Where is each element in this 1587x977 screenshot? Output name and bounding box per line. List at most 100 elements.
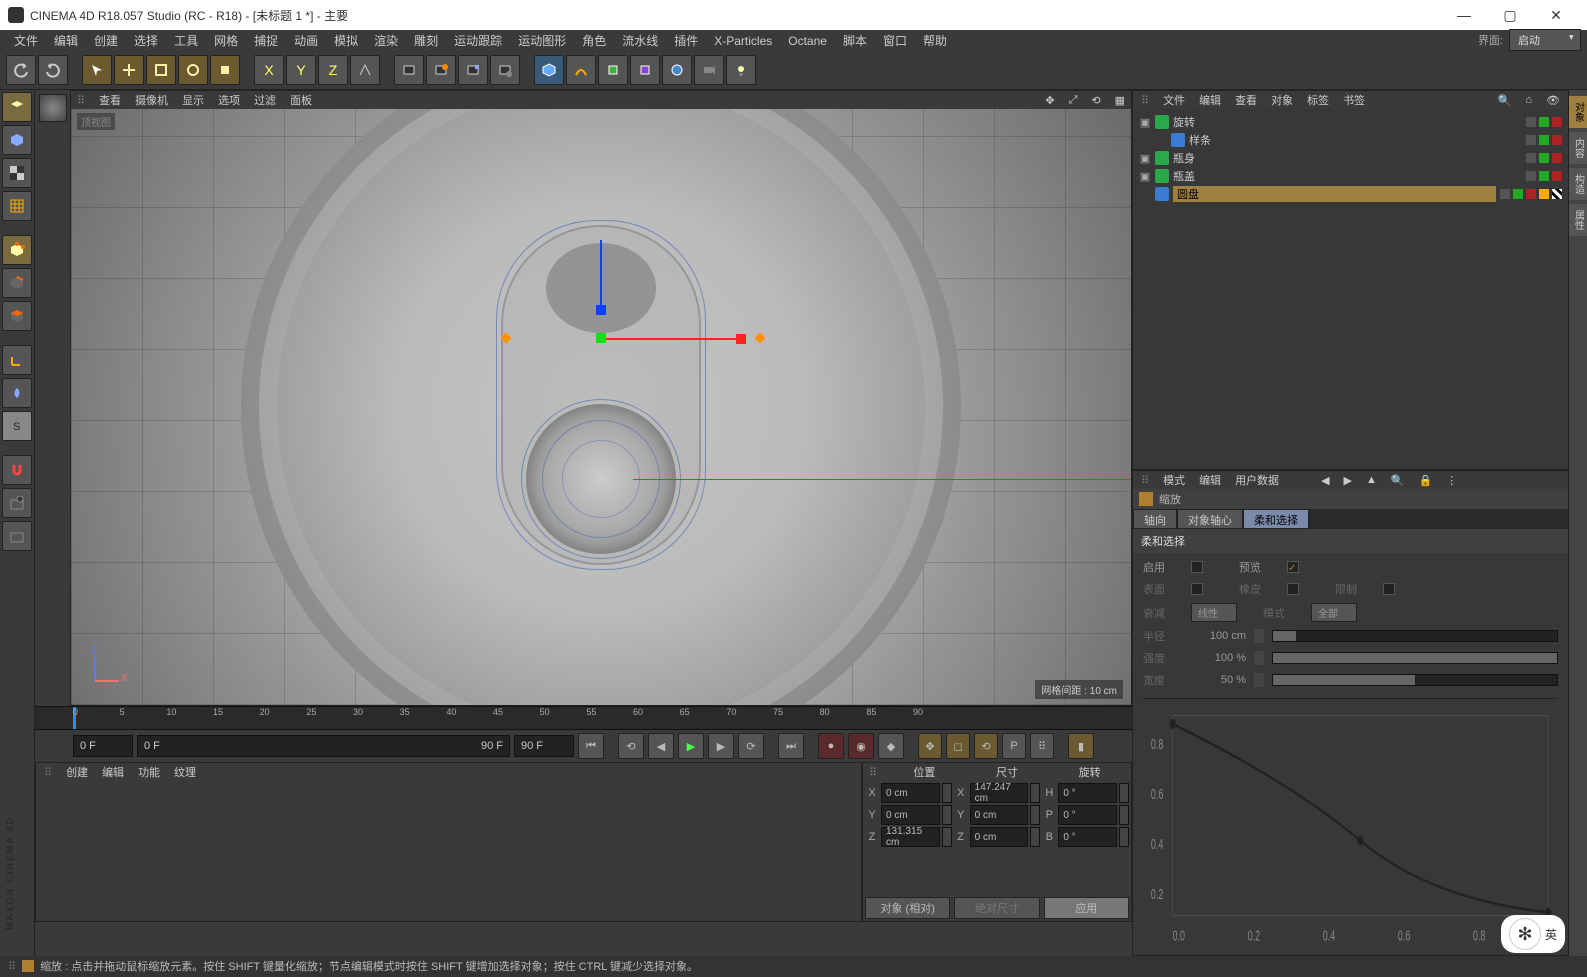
vp-menu-过滤[interactable]: 过滤 [254, 95, 276, 107]
menu-动画[interactable]: 动画 [286, 32, 326, 50]
snap-button[interactable]: S [2, 411, 32, 441]
mode-dropdown[interactable]: 全部 [1311, 603, 1357, 622]
range-start-field[interactable]: 0 F [73, 735, 133, 757]
om-menu-编辑[interactable]: 编辑 [1199, 95, 1221, 107]
planar-workplane-button[interactable] [2, 521, 32, 551]
undo-button[interactable] [6, 55, 36, 85]
radius-spinner[interactable] [1254, 629, 1264, 643]
gizmo-x-axis[interactable] [601, 338, 741, 340]
menu-窗口[interactable]: 窗口 [875, 32, 915, 50]
record-button[interactable]: ● [818, 733, 844, 759]
animate-mode-button[interactable]: ▮ [1068, 733, 1094, 759]
size-X[interactable]: 147.247 cm [970, 783, 1029, 803]
primitive-button[interactable] [534, 55, 564, 85]
side-tab-3[interactable]: 构造 [1569, 168, 1587, 200]
vp-menu-摄像机[interactable]: 摄像机 [135, 95, 168, 107]
edge-mode-button[interactable] [2, 268, 32, 298]
om-item-圆盘[interactable]: 圆盘 [1139, 185, 1562, 203]
coord-size-mode-dropdown[interactable]: 绝对尺寸 [954, 897, 1039, 919]
pos-Y[interactable]: 0 cm [881, 805, 940, 825]
vp-menu-面板[interactable]: 面板 [290, 95, 312, 107]
key-pla-button[interactable]: ⠿ [1030, 733, 1054, 759]
make-editable-button[interactable] [2, 92, 32, 122]
menu-运动跟踪[interactable]: 运动跟踪 [446, 32, 510, 50]
rot-H[interactable]: 0 ° [1058, 783, 1117, 803]
om-menu-查看[interactable]: 查看 [1235, 95, 1257, 107]
coord-system-button[interactable] [350, 55, 380, 85]
mat-menu-功能[interactable]: 功能 [138, 767, 160, 779]
move-tool[interactable] [114, 55, 144, 85]
object-tree[interactable]: ▣旋转样条▣瓶身▣瓶盖圆盘 [1133, 109, 1568, 469]
preview-checkbox[interactable] [1287, 561, 1299, 573]
vp-nav-icon[interactable]: ✥ [1045, 94, 1054, 107]
gizmo-y-axis[interactable] [600, 240, 602, 310]
menu-脚本[interactable]: 脚本 [835, 32, 875, 50]
render-pv-button[interactable] [458, 55, 488, 85]
menu-模拟[interactable]: 模拟 [326, 32, 366, 50]
redo-button[interactable] [38, 55, 68, 85]
spline-button[interactable] [566, 55, 596, 85]
limit-checkbox[interactable] [1383, 583, 1395, 595]
menu-文件[interactable]: 文件 [6, 32, 46, 50]
menu-工具[interactable]: 工具 [166, 32, 206, 50]
prev-key-button[interactable]: ⟲ [618, 733, 644, 759]
menu-流水线[interactable]: 流水线 [614, 32, 666, 50]
goto-start-button[interactable]: ⏮ [578, 733, 604, 759]
vp-zoom-icon[interactable]: ⤢ [1069, 94, 1078, 107]
attr-search-icon[interactable]: 🔍 [1391, 474, 1405, 487]
om-menu-对象[interactable]: 对象 [1271, 95, 1293, 107]
menu-创建[interactable]: 创建 [86, 32, 126, 50]
attr-up-icon[interactable]: ▲ [1366, 474, 1377, 486]
om-menu-书签[interactable]: 书签 [1343, 95, 1365, 107]
attr-tab-2[interactable]: 柔和选择 [1243, 509, 1309, 529]
render-region-button[interactable] [426, 55, 456, 85]
polygon-mode-button[interactable] [2, 301, 32, 331]
menu-插件[interactable]: 插件 [666, 32, 706, 50]
axis-mode-button[interactable] [2, 345, 32, 375]
attr-tab-1[interactable]: 对象轴心 [1177, 509, 1243, 529]
attr-menu-编辑[interactable]: 编辑 [1199, 475, 1221, 487]
vp-menu-显示[interactable]: 显示 [182, 95, 204, 107]
strength-slider[interactable] [1272, 652, 1558, 664]
next-frame-button[interactable]: ▶ [708, 733, 734, 759]
texture-mode-button[interactable] [2, 158, 32, 188]
generator-button[interactable] [598, 55, 628, 85]
range-end-field[interactable]: 90 F [514, 735, 574, 757]
select-tool[interactable] [82, 55, 112, 85]
gizmo-center[interactable] [596, 333, 606, 343]
side-tab-1[interactable]: 对象 [1569, 96, 1587, 128]
lock-workplane-button[interactable] [2, 488, 32, 518]
om-home-icon[interactable]: ⌂ [1525, 94, 1532, 106]
rotate-tool[interactable] [178, 55, 208, 85]
mat-menu-纹理[interactable]: 纹理 [174, 767, 196, 779]
om-menu-文件[interactable]: 文件 [1163, 95, 1185, 107]
timeline-ruler[interactable]: 051015202530354045505560657075808590 [35, 706, 1132, 730]
minimize-button[interactable]: — [1441, 0, 1487, 30]
falloff-curve[interactable]: 0.00.20.40.60.81.0 0.80.60.40.2 [1143, 698, 1558, 949]
key-param-button[interactable]: P [1002, 733, 1026, 759]
attr-tab-0[interactable]: 轴向 [1133, 509, 1177, 529]
vp-orbit-icon[interactable]: ⟲ [1091, 94, 1100, 107]
mat-menu-编辑[interactable]: 编辑 [102, 767, 124, 779]
enable-checkbox[interactable] [1191, 561, 1203, 573]
menu-角色[interactable]: 角色 [574, 32, 614, 50]
play-button[interactable]: ▶ [678, 733, 704, 759]
side-tab-2[interactable]: 内容 [1569, 132, 1587, 164]
maximize-button[interactable]: ▢ [1487, 0, 1533, 30]
render-settings-button[interactable] [490, 55, 520, 85]
om-item-旋转[interactable]: ▣旋转 [1139, 113, 1562, 131]
axis-x-toggle[interactable]: X [254, 55, 284, 85]
coord-apply-button[interactable]: 应用 [1044, 897, 1129, 919]
strength-spinner[interactable] [1254, 651, 1264, 665]
point-mode-button[interactable] [2, 235, 32, 265]
axis-z-toggle[interactable]: Z [318, 55, 348, 85]
magnet-button[interactable] [2, 455, 32, 485]
deformer-button[interactable] [630, 55, 660, 85]
menu-Octane[interactable]: Octane [780, 32, 835, 50]
surface-checkbox[interactable] [1191, 583, 1203, 595]
menu-编辑[interactable]: 编辑 [46, 32, 86, 50]
om-item-瓶身[interactable]: ▣瓶身 [1139, 149, 1562, 167]
next-key-button[interactable]: ⟳ [738, 733, 764, 759]
close-button[interactable]: ✕ [1533, 0, 1579, 30]
layout-dropdown[interactable]: 启动 [1509, 29, 1581, 51]
